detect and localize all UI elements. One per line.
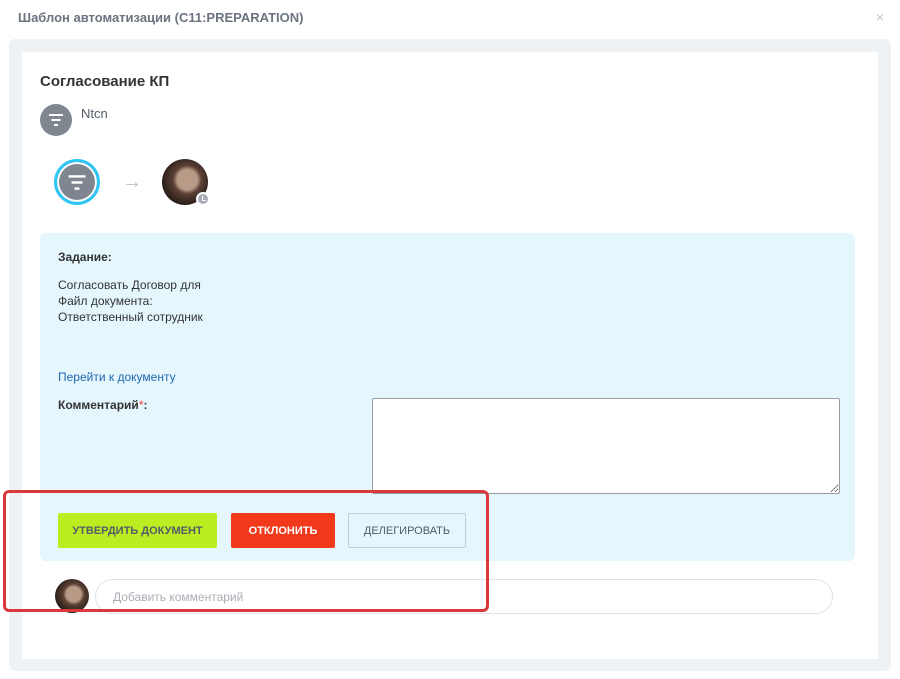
reject-button[interactable]: Отклонить <box>231 513 335 548</box>
filter-icon <box>49 114 63 126</box>
go-to-document-link[interactable]: Перейти к документу <box>58 370 176 384</box>
step-author-avatar[interactable] <box>54 159 100 205</box>
dialog-title: Шаблон автоматизации (C11:PREPARATION) <box>18 10 304 25</box>
filter-icon <box>68 174 86 190</box>
task-line-responsible: Ответственный сотрудник <box>58 310 203 324</box>
approve-document-button[interactable]: Утвердить документ <box>58 513 217 548</box>
dialog-header: Шаблон автоматизации (C11:PREPARATION) × <box>0 0 900 36</box>
current-user-avatar <box>55 579 89 613</box>
task-line-contract: Согласовать Договор для <box>58 278 201 292</box>
task-line-file: Файл документа: <box>58 294 153 308</box>
arrow-right-icon: → <box>122 171 142 193</box>
task-label: Задание: <box>58 250 112 264</box>
clock-icon <box>196 192 210 206</box>
author-avatar <box>40 104 72 136</box>
comment-label-suffix: : <box>143 398 148 412</box>
comment-label: Комментарий*: <box>58 398 147 412</box>
close-icon[interactable]: × <box>876 9 884 25</box>
comment-label-text: Комментарий <box>58 398 139 412</box>
page-title: Согласование КП <box>40 73 170 90</box>
comment-textarea[interactable] <box>372 398 840 494</box>
delegate-button[interactable]: Делегировать <box>348 513 466 548</box>
author-name: Ntcn <box>81 106 108 121</box>
add-comment-input[interactable] <box>95 579 833 614</box>
